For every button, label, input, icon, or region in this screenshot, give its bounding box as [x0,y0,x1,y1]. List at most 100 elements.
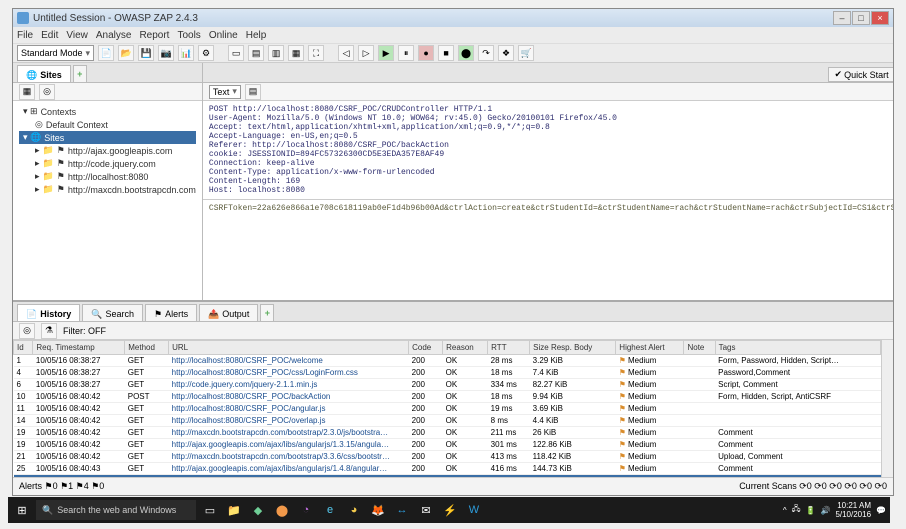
tree-site-ajax[interactable]: ▸ 📁 ⚑ http://ajax.googleapis.com [19,144,196,157]
tab-output[interactable]: 📤 Output [199,304,258,321]
tree-site-jquery[interactable]: ▸ 📁 ⚑ http://code.jquery.com [19,157,196,170]
tab-quick-start[interactable]: ✔ Quick Start [828,67,893,82]
edge-icon[interactable]: e [320,500,340,520]
view-select[interactable]: Text▾ [209,85,241,99]
folder-icon: 📁 [43,145,54,156]
back-button[interactable]: ◁ [338,45,354,61]
req-opt-button[interactable]: ▤ [245,84,261,100]
tab-add-bottom[interactable]: + [260,304,274,321]
request-headers[interactable]: POST http://localhost:8080/CSRF_POC/CRUD… [203,101,893,200]
mode-selector[interactable]: Standard Mode▾ [17,45,94,61]
sites-scope-button[interactable]: ◎ [39,84,55,100]
forward-button[interactable]: ▷ [358,45,374,61]
menu-analyse[interactable]: Analyse [96,30,132,41]
table-scrollbar[interactable] [881,340,893,477]
menu-online[interactable]: Online [209,30,238,41]
app-icon-1[interactable]: ◆ [248,500,268,520]
tray-chevron-icon[interactable]: ^ [783,506,787,515]
minimize-button[interactable]: – [833,11,851,25]
record-button[interactable]: ● [418,45,434,61]
break-button[interactable]: ⬤ [458,45,474,61]
col-method[interactable]: Method [125,341,169,355]
col-timestamp[interactable]: Req. Timestamp [33,341,125,355]
tree-site-localhost[interactable]: ▸ 📁 ⚑ http://localhost:8080 [19,170,196,183]
menu-edit[interactable]: Edit [41,30,58,41]
taskbar-clock[interactable]: 10:21 AM 5/10/2016 [835,501,871,519]
tree-site-maxcdn[interactable]: ▸ 📁 ⚑ http://maxcdn.bootstrapcdn.com [19,183,196,196]
tray-volume-icon[interactable]: 🔊 [820,506,830,515]
layout-2-button[interactable]: ▤ [248,45,264,61]
taskbar-search[interactable]: 🔍 Search the web and Windows [36,500,196,520]
filter-scope-button[interactable]: ◎ [19,323,35,339]
layout-3-button[interactable]: ▥ [268,45,284,61]
filter-button[interactable]: ⚗ [41,323,57,339]
stop-button[interactable]: ■ [438,45,454,61]
table-row[interactable]: 2110/05/16 08:40:42GEThttp://maxcdn.boot… [14,451,881,463]
menu-tools[interactable]: Tools [177,30,200,41]
open-button[interactable]: 📂 [118,45,134,61]
table-row[interactable]: 1910/05/16 08:40:42GEThttp://maxcdn.boot… [14,427,881,439]
tree-sites[interactable]: ▾ 🌐 Sites [19,131,196,144]
col-tags[interactable]: Tags [715,341,880,355]
options-button[interactable]: ⚙ [198,45,214,61]
col-id[interactable]: Id [14,341,33,355]
table-row[interactable]: 110/05/16 08:38:27GEThttp://localhost:80… [14,355,881,367]
tab-add[interactable]: + [73,65,87,82]
pause-button[interactable]: ⏸ [398,45,414,61]
step-button[interactable]: ↷ [478,45,494,61]
save-button[interactable]: 💾 [138,45,154,61]
report-button[interactable]: 📊 [178,45,194,61]
tray-network-icon[interactable]: 🖧 [792,503,801,517]
menu-file[interactable]: File [17,30,33,41]
expand-button[interactable]: ⛶ [308,45,324,61]
table-row[interactable]: 1910/05/16 08:40:42GEThttp://ajax.google… [14,439,881,451]
col-reason[interactable]: Reason [443,341,488,355]
close-button[interactable]: × [871,11,889,25]
table-row[interactable]: 1110/05/16 08:40:42GEThttp://localhost:8… [14,403,881,415]
col-rtt[interactable]: RTT [488,341,530,355]
col-url[interactable]: URL [169,341,409,355]
maximize-button[interactable]: □ [852,11,870,25]
layout-1-button[interactable]: ▭ [228,45,244,61]
word-icon[interactable]: W [464,500,484,520]
menu-help[interactable]: Help [246,30,267,41]
play-button[interactable]: ▶ [378,45,394,61]
table-row[interactable]: 410/05/16 08:38:27GEThttp://localhost:80… [14,367,881,379]
menu-view[interactable]: View [66,30,88,41]
table-row[interactable]: 610/05/16 08:38:27GEThttp://code.jquery.… [14,379,881,391]
table-row[interactable]: 1410/05/16 08:40:42GEThttp://localhost:8… [14,415,881,427]
start-button[interactable]: ⊞ [12,500,32,520]
notifications-icon[interactable]: 💬 [876,506,886,515]
new-session-button[interactable]: 📄 [98,45,114,61]
mail-icon[interactable]: ✉ [416,500,436,520]
addons-button[interactable]: ❖ [498,45,514,61]
col-size[interactable]: Size Resp. Body [530,341,616,355]
teamviewer-icon[interactable]: ↔ [392,500,412,520]
tab-history[interactable]: 📄 History [17,304,80,321]
chrome-icon[interactable]: ◕ [344,500,364,520]
history-pane: 📄 History 🔍 Search ⚑ Alerts 📤 Output + ◎… [13,300,893,495]
app-icon-2[interactable]: ⬤ [272,500,292,520]
col-alert[interactable]: Highest Alert [616,341,684,355]
request-body[interactable]: CSRFToken=22a626e866a1e708c618119ab0eF1d… [203,200,893,300]
zap-taskbar-icon[interactable]: ⚡ [440,500,460,520]
tree-default-context[interactable]: ◎ Default Context [19,118,196,131]
firefox-icon[interactable]: 🦊 [368,500,388,520]
menu-report[interactable]: Report [139,30,169,41]
tree-contexts[interactable]: ▾ ⊞ Contexts [19,105,196,118]
table-row[interactable]: 1010/05/16 08:40:42POSThttp://localhost:… [14,391,881,403]
tray-battery-icon[interactable]: 🔋 [806,506,816,515]
table-row[interactable]: 2510/05/16 08:40:43GEThttp://ajax.google… [14,463,881,475]
sites-filter-button[interactable]: ▦ [19,84,35,100]
eclipse-icon[interactable]: ◔ [296,500,316,520]
snapshot-button[interactable]: 📷 [158,45,174,61]
task-view-icon[interactable]: ▭ [200,500,220,520]
col-code[interactable]: Code [409,341,443,355]
layout-4-button[interactable]: ▦ [288,45,304,61]
marketplace-button[interactable]: 🛒 [518,45,534,61]
explorer-icon[interactable]: 📁 [224,500,244,520]
tab-search[interactable]: 🔍 Search [82,304,143,321]
tab-alerts[interactable]: ⚑ Alerts [145,304,197,321]
col-note[interactable]: Note [684,341,715,355]
tab-sites[interactable]: 🌐 Sites [17,65,71,82]
